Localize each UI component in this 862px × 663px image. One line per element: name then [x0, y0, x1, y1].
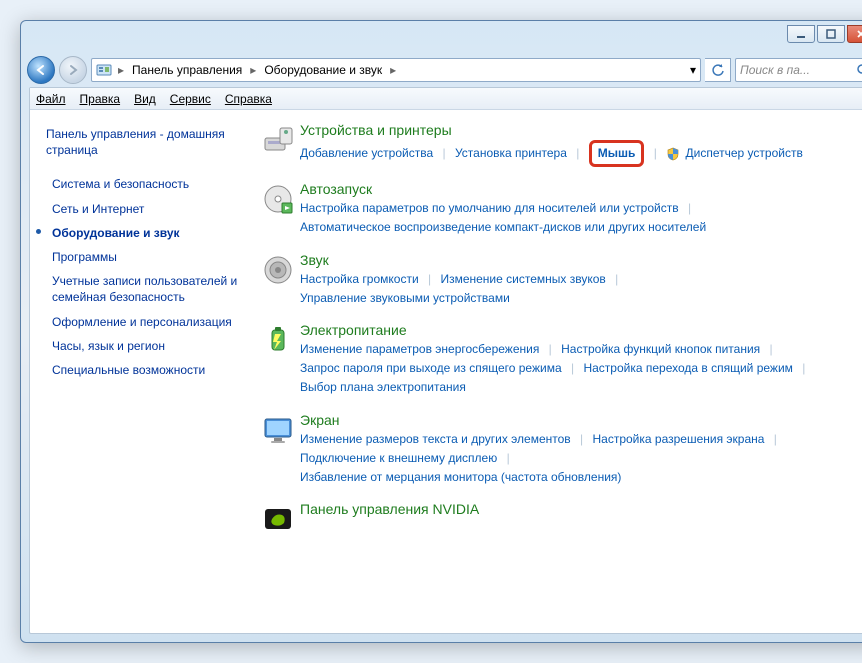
control-panel-icon	[96, 62, 112, 78]
section-nvidia: Панель управления NVIDIA	[256, 501, 860, 541]
main-content: Устройства и принтеры Добавление устройс…	[250, 110, 862, 633]
search-placeholder: Поиск в па...	[740, 63, 810, 77]
section-power: Электропитание Изменение параметров энер…	[256, 322, 860, 398]
autoplay-title[interactable]: Автозапуск	[300, 181, 860, 197]
link-text-size[interactable]: Изменение размеров текста и других элеме…	[300, 432, 571, 446]
maximize-button[interactable]	[817, 25, 845, 43]
link-power-password[interactable]: Запрос пароля при выходе из спящего режи…	[300, 361, 562, 375]
menu-file[interactable]: Файл	[36, 92, 66, 106]
nvidia-title[interactable]: Панель управления NVIDIA	[300, 501, 860, 517]
menu-view[interactable]: Вид	[134, 92, 156, 106]
address-dropdown-icon[interactable]: ▾	[690, 63, 696, 77]
sidebar-item-system[interactable]: Система и безопасность	[46, 172, 240, 196]
link-volume[interactable]: Настройка громкости	[300, 272, 419, 286]
sound-title[interactable]: Звук	[300, 252, 860, 268]
menu-edit[interactable]: Правка	[80, 92, 121, 106]
sidebar-item-appearance[interactable]: Оформление и персонализация	[46, 310, 240, 334]
chevron-right-icon: ▸	[116, 63, 126, 77]
chevron-right-icon: ▸	[388, 63, 398, 77]
link-flicker[interactable]: Избавление от мерцания монитора (частота…	[300, 470, 621, 484]
menu-tools[interactable]: Сервис	[170, 92, 211, 106]
titlebar	[21, 21, 862, 53]
section-devices: Устройства и принтеры Добавление устройс…	[256, 122, 860, 167]
link-manage-audio[interactable]: Управление звуковыми устройствами	[300, 291, 510, 305]
search-icon	[856, 63, 862, 77]
link-power-sleep[interactable]: Настройка перехода в спящий режим	[583, 361, 792, 375]
sidebar-home-link[interactable]: Панель управления - домашняя страница	[46, 126, 240, 158]
link-power-settings[interactable]: Изменение параметров энергосбережения	[300, 342, 539, 356]
close-button[interactable]	[847, 25, 862, 43]
link-power-plan[interactable]: Выбор плана электропитания	[300, 380, 466, 394]
section-display: Экран Изменение размеров текста и других…	[256, 412, 860, 488]
display-title[interactable]: Экран	[300, 412, 860, 428]
highlight-mouse: Мышь	[589, 140, 645, 167]
link-resolution[interactable]: Настройка разрешения экрана	[592, 432, 764, 446]
link-autoplay-defaults[interactable]: Настройка параметров по умолчанию для но…	[300, 201, 679, 215]
refresh-button[interactable]	[705, 58, 731, 82]
search-input[interactable]: Поиск в па...	[735, 58, 862, 82]
link-add-device[interactable]: Добавление устройства	[300, 146, 433, 160]
link-add-printer[interactable]: Установка принтера	[455, 146, 567, 160]
nvidia-icon	[256, 501, 300, 541]
sound-icon	[256, 252, 300, 292]
breadcrumb-current[interactable]: Оборудование и звук	[262, 63, 384, 77]
sidebar-item-network[interactable]: Сеть и Интернет	[46, 197, 240, 221]
menu-bar: Файл Правка Вид Сервис Справка	[30, 88, 862, 110]
menu-help[interactable]: Справка	[225, 92, 272, 106]
body: Панель управления - домашняя страница Си…	[30, 110, 862, 633]
sidebar-item-hardware[interactable]: Оборудование и звук	[46, 221, 240, 245]
devices-title[interactable]: Устройства и принтеры	[300, 122, 860, 138]
shield-icon	[666, 147, 680, 161]
sidebar-item-access[interactable]: Специальные возможности	[46, 358, 240, 382]
forward-button[interactable]	[59, 56, 87, 84]
section-sound: Звук Настройка громкости | Изменение сис…	[256, 252, 860, 308]
power-title[interactable]: Электропитание	[300, 322, 860, 338]
back-button[interactable]	[27, 56, 55, 84]
link-sys-sounds[interactable]: Изменение системных звуков	[440, 272, 605, 286]
link-mouse[interactable]: Мышь	[598, 146, 636, 160]
sidebar-item-programs[interactable]: Программы	[46, 245, 240, 269]
chevron-right-icon: ▸	[248, 63, 258, 77]
link-power-buttons[interactable]: Настройка функций кнопок питания	[561, 342, 760, 356]
control-panel-window: ▸ Панель управления ▸ Оборудование и зву…	[20, 20, 862, 643]
link-external[interactable]: Подключение к внешнему дисплею	[300, 451, 497, 465]
link-device-manager[interactable]: Диспетчер устройств	[686, 146, 803, 160]
display-icon	[256, 412, 300, 452]
autoplay-icon	[256, 181, 300, 221]
sidebar-item-accounts[interactable]: Учетные записи пользователей и семейная …	[46, 269, 240, 309]
minimize-button[interactable]	[787, 25, 815, 43]
navigation-row: ▸ Панель управления ▸ Оборудование и зву…	[21, 53, 862, 87]
sidebar-item-clock[interactable]: Часы, язык и регион	[46, 334, 240, 358]
sidebar: Панель управления - домашняя страница Си…	[30, 110, 250, 633]
content-frame: Файл Правка Вид Сервис Справка Панель уп…	[29, 87, 862, 634]
power-icon	[256, 322, 300, 362]
devices-icon	[256, 122, 300, 162]
breadcrumb-root[interactable]: Панель управления	[130, 63, 244, 77]
link-autoplay-cd[interactable]: Автоматическое воспроизведение компакт-д…	[300, 220, 706, 234]
address-bar[interactable]: ▸ Панель управления ▸ Оборудование и зву…	[91, 58, 701, 82]
section-autoplay: Автозапуск Настройка параметров по умолч…	[256, 181, 860, 237]
